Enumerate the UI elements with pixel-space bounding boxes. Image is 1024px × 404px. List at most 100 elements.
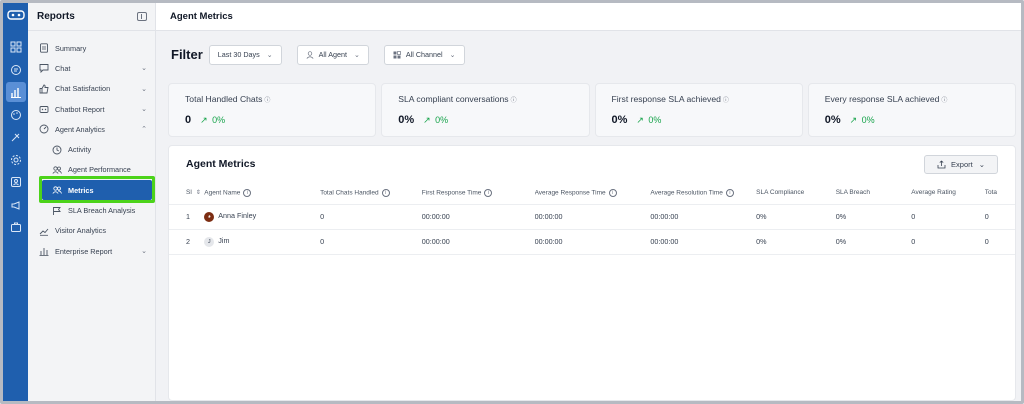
- chevron-down-icon: ⌄: [141, 106, 147, 114]
- cell-avg-resolution: 00:00:00: [650, 229, 757, 255]
- logo-icon[interactable]: [6, 9, 25, 23]
- agent-name: Anna Finley: [218, 211, 257, 221]
- sidebar-header: Reports: [28, 3, 155, 31]
- sidebar-item-label: Summary: [55, 43, 87, 53]
- bar-chart-icon: [38, 246, 49, 257]
- column-header-avg-response: Average Response Time i: [534, 182, 651, 205]
- user-icon: [306, 50, 314, 59]
- sidebar-item-label: Metrics: [68, 185, 94, 195]
- main-content: Agent Metrics Filter Last 30 Days ⌄ All …: [156, 3, 1021, 401]
- cell-sl: 2: [169, 229, 205, 255]
- stats-row: Total Handled Chats ⓘ 0 ↗ 0% SLA compliant…: [156, 83, 1021, 137]
- trend-icon: [38, 225, 49, 236]
- table-header-row: Sl ⇕ Agent Name i Total Chats Handled i Fir…: [169, 182, 1015, 205]
- sidebar-item-agent-performance[interactable]: Agent Performance: [28, 160, 155, 180]
- cell-agent-name: J Jim: [204, 229, 321, 255]
- chevron-down-icon: ⌄: [141, 85, 147, 93]
- dashboard-icon[interactable]: [6, 37, 26, 57]
- agent-metrics-card: Agent Metrics Export ⌄ Sl ⇕ Agent Name i T…: [168, 145, 1016, 401]
- chevron-up-icon: ⌃: [141, 126, 147, 134]
- column-label: Sl: [186, 189, 192, 197]
- sort-icon[interactable]: ⇕: [196, 190, 201, 196]
- date-range-value: Last 30 Days: [217, 50, 260, 59]
- stat-card-every-response-sla: Every response SLA achieved ⓘ 0% ↗ 0%: [807, 83, 1016, 137]
- sidebar-item-visitor-analytics[interactable]: Visitor Analytics: [28, 221, 155, 241]
- collapse-sidebar-icon[interactable]: [137, 12, 147, 21]
- grid-icon: [393, 50, 401, 59]
- cell-total: 0: [984, 229, 1015, 255]
- info-icon[interactable]: ⓘ: [264, 98, 270, 104]
- reports-icon[interactable]: [5, 82, 26, 102]
- chevron-down-icon: ⌄: [978, 159, 985, 169]
- sidebar-item-label: Agent Performance: [68, 165, 131, 175]
- card-title: Agent Metrics: [186, 158, 256, 170]
- avatar: J: [204, 236, 215, 247]
- column-header-total-chats: Total Chats Handled i: [320, 182, 422, 205]
- export-icon: [937, 159, 946, 168]
- column-header-sla-compliance: SLA Compliance: [756, 182, 836, 205]
- export-label: Export: [951, 159, 973, 169]
- info-icon[interactable]: i: [725, 188, 734, 197]
- app-window: Reports Summary Chat ⌄ Chat Satisfaction…: [0, 0, 1024, 404]
- plug-icon[interactable]: [6, 127, 26, 147]
- sidebar-item-summary[interactable]: Summary: [28, 38, 155, 58]
- column-label: Average Response Time: [534, 189, 606, 197]
- sidebar-item-label: Chat: [55, 63, 71, 73]
- stat-card-first-response-sla: First response SLA achieved ⓘ 0% ↗ 0%: [594, 83, 803, 137]
- sidebar-item-activity[interactable]: Activity: [28, 139, 155, 159]
- palette-icon[interactable]: [6, 105, 26, 125]
- sidebar-item-agent-analytics[interactable]: Agent Analytics ⌃: [28, 119, 155, 139]
- agent-name: Jim: [218, 236, 230, 246]
- table-row[interactable]: 2 J Jim 0 00:00:00 00:00:00 00:00:00 0% 0…: [169, 229, 1015, 255]
- cell-total-chats: 0: [320, 229, 422, 255]
- column-header-average-rating: Average Rating: [911, 182, 985, 205]
- sidebar-item-chatbot-report[interactable]: Chatbot Report ⌄: [28, 99, 155, 119]
- sidebar-item-chat[interactable]: Chat ⌄: [28, 58, 155, 78]
- stat-value: 0%: [611, 114, 628, 126]
- stat-title: Total Handled Chats: [185, 94, 263, 104]
- info-icon[interactable]: i: [381, 188, 390, 197]
- sidebar-item-enterprise-report[interactable]: Enterprise Report ⌄: [28, 241, 155, 261]
- sidebar-item-label: SLA Breach Analysis: [68, 206, 136, 216]
- chat-icon[interactable]: [6, 60, 26, 80]
- page-title: Agent Metrics: [170, 11, 233, 22]
- stat-value: 0%: [398, 114, 415, 126]
- megaphone-icon[interactable]: [6, 195, 26, 215]
- info-icon[interactable]: ⓘ: [511, 98, 517, 104]
- date-range-dropdown[interactable]: Last 30 Days ⌄: [208, 44, 282, 65]
- agent-value: All Agent: [318, 50, 347, 59]
- table-row[interactable]: 1 ◕ Anna Finley 0 00:00:00 00:00:00 00:00…: [169, 204, 1015, 230]
- sidebar-item-sla-breach-analysis[interactable]: SLA Breach Analysis: [28, 200, 155, 220]
- info-icon[interactable]: ⓘ: [723, 98, 729, 104]
- contact-card-icon[interactable]: [6, 172, 26, 192]
- agent-dropdown[interactable]: All Agent ⌄: [296, 44, 369, 65]
- trend-up-icon: ↗: [200, 114, 208, 125]
- column-label: Average Resolution Time: [650, 189, 723, 197]
- column-header-first-response: First Response Time i: [421, 182, 535, 205]
- column-header-avg-resolution: Average Resolution Time i: [650, 182, 757, 205]
- gear-icon[interactable]: [6, 150, 26, 170]
- filter-bar: Filter Last 30 Days ⌄ All Agent ⌄ All Ch…: [156, 31, 1021, 78]
- chevron-down-icon: ⌄: [141, 248, 147, 256]
- sidebar-item-chat-satisfaction[interactable]: Chat Satisfaction ⌄: [28, 79, 155, 99]
- stat-title: SLA compliant conversations: [398, 94, 509, 104]
- info-icon[interactable]: i: [608, 188, 617, 197]
- cell-sla-compliance: 0%: [756, 229, 836, 255]
- avatar: ◕: [204, 211, 215, 222]
- agent-metrics-table: Sl ⇕ Agent Name i Total Chats Handled i Fir…: [169, 182, 1015, 255]
- topbar: Agent Metrics: [156, 3, 1021, 31]
- column-header-sl[interactable]: Sl ⇕: [169, 182, 205, 205]
- channel-dropdown[interactable]: All Channel ⌄: [383, 44, 465, 65]
- clock-icon: [51, 144, 62, 155]
- info-icon[interactable]: i: [243, 188, 252, 197]
- sidebar-item-label: Activity: [68, 145, 92, 155]
- info-icon[interactable]: ⓘ: [941, 98, 947, 104]
- chevron-down-icon: ⌄: [141, 65, 147, 73]
- info-icon[interactable]: i: [484, 188, 493, 197]
- stat-trend: 0%: [212, 115, 226, 125]
- briefcase-icon[interactable]: [6, 217, 26, 237]
- cell-total: 0: [984, 204, 1015, 230]
- stat-card-total-handled-chats: Total Handled Chats ⓘ 0 ↗ 0%: [168, 83, 377, 137]
- export-button[interactable]: Export ⌄: [924, 154, 998, 174]
- sidebar-item-metrics[interactable]: Metrics: [42, 180, 152, 201]
